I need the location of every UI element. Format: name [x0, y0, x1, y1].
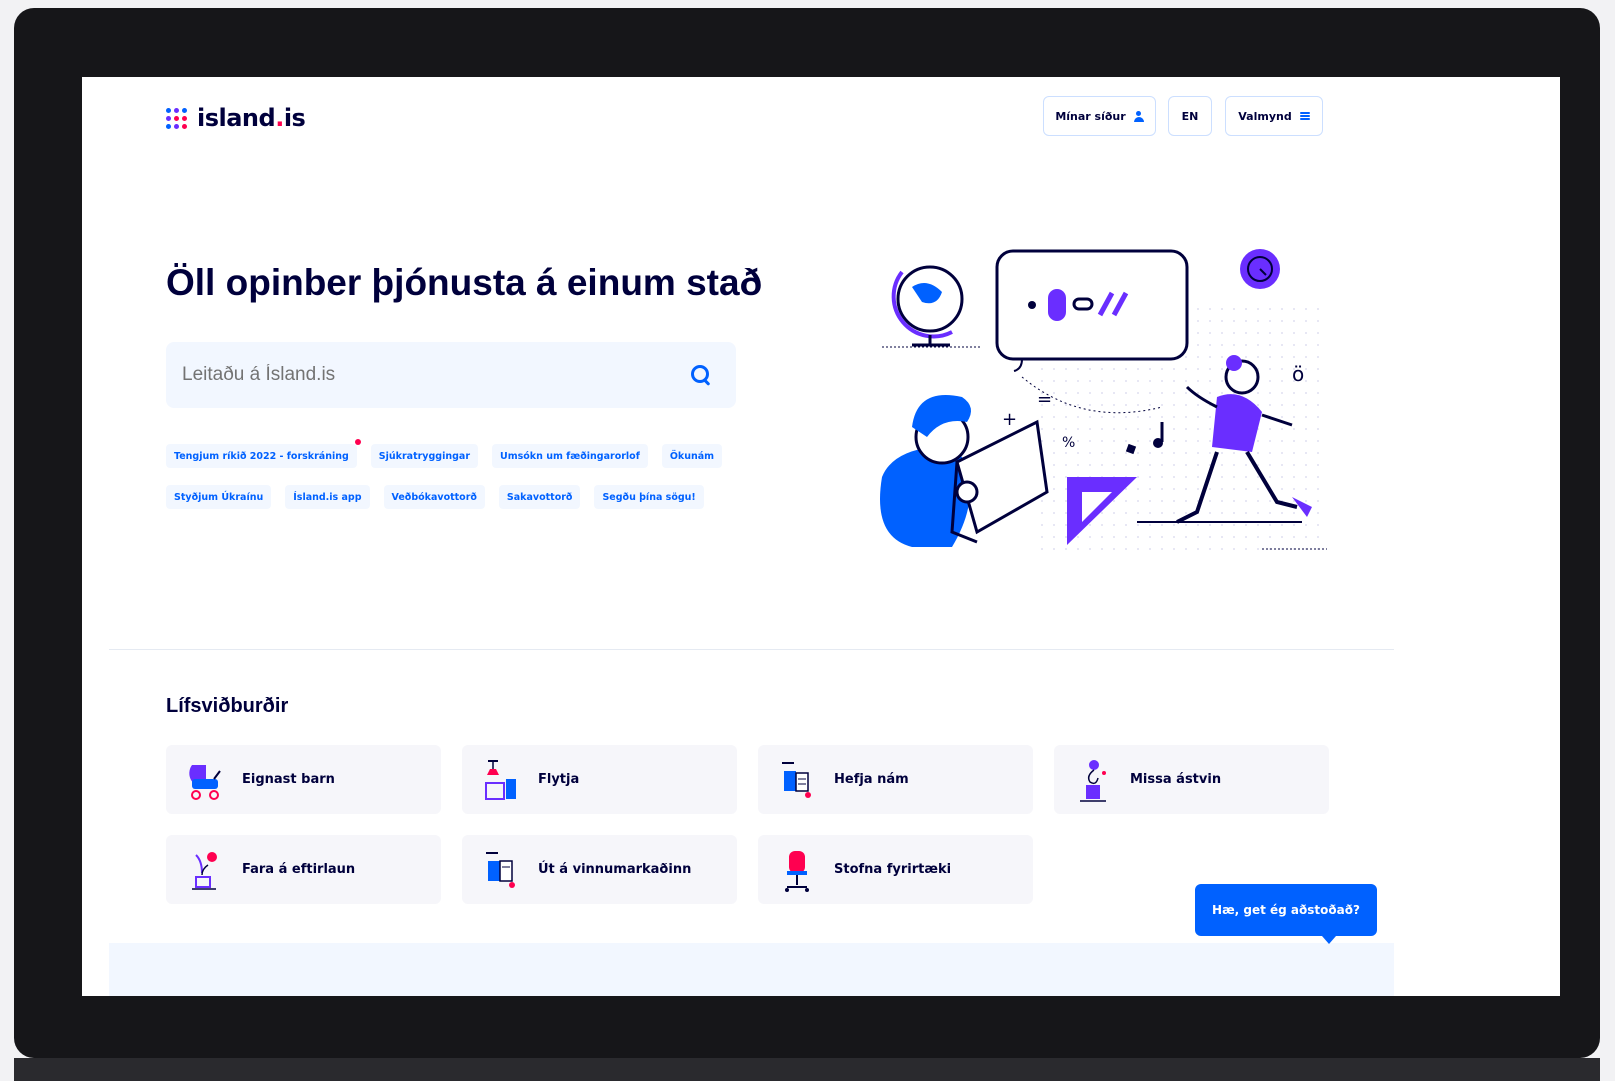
- lamp-flower-icon: [1080, 759, 1106, 802]
- language-button[interactable]: EN: [1168, 96, 1212, 136]
- moving-lamp-icon: [485, 759, 516, 800]
- svg-text:ö: ö: [1292, 362, 1304, 386]
- quick-link-label: Veðbókavottorð: [391, 491, 477, 503]
- life-event-label: Missa ástvin: [1130, 772, 1222, 787]
- life-event-card[interactable]: Stofna fyrirtæki: [758, 835, 1033, 904]
- chat-bubble-tail: [1322, 936, 1336, 944]
- life-event-label: Út á vinnumarkaðinn: [538, 862, 692, 877]
- life-event-label: Stofna fyrirtæki: [834, 862, 952, 877]
- quick-link-label: Tengjum ríkið 2022 - forskráning: [174, 450, 349, 462]
- work-desk-icon: [486, 851, 515, 888]
- device-bottom-bar: [14, 1058, 1600, 1081]
- search-input[interactable]: [180, 363, 690, 387]
- life-events-grid: Eignast barn Flytja Hefja nám Missa ástv…: [166, 745, 1332, 904]
- life-event-card[interactable]: Hefja nám: [758, 745, 1033, 814]
- user-icon: [1133, 110, 1144, 122]
- my-pages-button[interactable]: Mínar síður: [1043, 96, 1156, 136]
- quick-link-label: Styðjum Úkraínu: [174, 491, 264, 503]
- search-icon[interactable]: [690, 364, 712, 386]
- my-pages-label: Mínar síður: [1055, 109, 1126, 123]
- logo-dot-mark: [166, 107, 171, 113]
- hero-illustration: ö + = %: [880, 249, 1327, 557]
- quick-link-tag[interactable]: Sjúkratryggingar: [370, 444, 479, 468]
- life-event-label: Flytja: [538, 772, 580, 787]
- svg-text:%: %: [1062, 435, 1075, 451]
- quick-link-tag[interactable]: Ökunám: [661, 444, 723, 468]
- chat-label: Hæ, get ég aðstoðað?: [1212, 903, 1360, 917]
- life-event-card[interactable]: Út á vinnumarkaðinn: [462, 835, 737, 904]
- logo-grid-icon: [166, 107, 187, 129]
- browser-viewport: island.is Mínar síður EN Valmynd Öll opi…: [82, 77, 1560, 996]
- logo-dot-mark: [166, 115, 171, 121]
- quick-link-label: Sakavottorð: [506, 491, 573, 503]
- quick-link-tag[interactable]: Styðjum Úkraínu: [166, 485, 272, 509]
- logo-dot: .: [275, 104, 284, 132]
- logo-tld: is: [283, 104, 306, 132]
- logo-dot-mark: [182, 115, 187, 121]
- baby-stroller-icon: [189, 764, 221, 800]
- reading-boy-figure: [880, 395, 1049, 547]
- life-event-label: Hefja nám: [834, 772, 909, 787]
- logo-dot-mark: [174, 115, 179, 121]
- section-divider: [109, 649, 1394, 650]
- speech-bubble-icon: [995, 249, 1189, 372]
- quick-link-tag[interactable]: Sakavottorð: [498, 485, 581, 509]
- life-event-card[interactable]: Missa ástvin: [1054, 745, 1329, 814]
- logo-dot-mark: [182, 107, 187, 113]
- quick-link-label: Ísland.is app: [293, 491, 362, 503]
- language-label: EN: [1181, 109, 1199, 123]
- life-event-card[interactable]: Eignast barn: [166, 745, 441, 814]
- office-chair-icon: [785, 850, 809, 892]
- new-indicator-dot: [354, 439, 361, 445]
- quick-link-tag[interactable]: Ísland.is app: [285, 485, 370, 509]
- site-logo[interactable]: island.is: [166, 104, 306, 132]
- retirement-plant-icon: [192, 851, 217, 890]
- logo-wordmark: island.is: [197, 104, 306, 132]
- quick-links: Tengjum ríkið 2022 - forskráning Sjúkrat…: [166, 439, 766, 509]
- life-events-title: Lífsviðburðir: [166, 695, 289, 717]
- chat-assistant-button[interactable]: Hæ, get ég aðstoðað?: [1195, 884, 1377, 936]
- quick-link-label: Sjúkratryggingar: [378, 450, 471, 462]
- logo-dot-mark: [174, 107, 179, 113]
- life-event-label: Eignast barn: [242, 772, 335, 787]
- clock-icon: [1240, 249, 1280, 289]
- menu-button[interactable]: Valmynd: [1225, 96, 1323, 136]
- life-event-card[interactable]: Flytja: [462, 745, 737, 814]
- svg-text:+: +: [1002, 409, 1017, 430]
- next-section-strip: [109, 943, 1394, 996]
- quick-link-tag[interactable]: Tengjum ríkið 2022 - forskráning: [166, 439, 361, 468]
- quick-link-label: Ökunám: [669, 450, 715, 462]
- search-box[interactable]: [166, 342, 736, 408]
- books-icon: [782, 761, 811, 798]
- quick-link-tag[interactable]: Veðbókavottorð: [383, 485, 485, 509]
- life-event-label: Fara á eftirlaun: [242, 862, 356, 877]
- life-event-card[interactable]: Fara á eftirlaun: [166, 835, 441, 904]
- svg-text:=: =: [1037, 389, 1052, 410]
- logo-dot-mark: [166, 123, 171, 129]
- quick-link-tag[interactable]: Umsókn um fæðingarorlof: [492, 444, 648, 468]
- quick-link-label: Segðu þína sögu!: [602, 491, 696, 503]
- hamburger-icon: [1299, 112, 1310, 120]
- logo-dot-mark: [182, 123, 187, 129]
- globe-icon: [882, 265, 982, 348]
- quick-link-tag[interactable]: Segðu þína sögu!: [594, 485, 704, 509]
- page-title: Öll opinber þjónusta á einum stað: [166, 262, 763, 303]
- menu-label: Valmynd: [1238, 109, 1292, 123]
- logo-text: island: [197, 104, 276, 132]
- logo-dot-mark: [174, 123, 179, 129]
- quick-link-label: Umsókn um fæðingarorlof: [500, 450, 640, 462]
